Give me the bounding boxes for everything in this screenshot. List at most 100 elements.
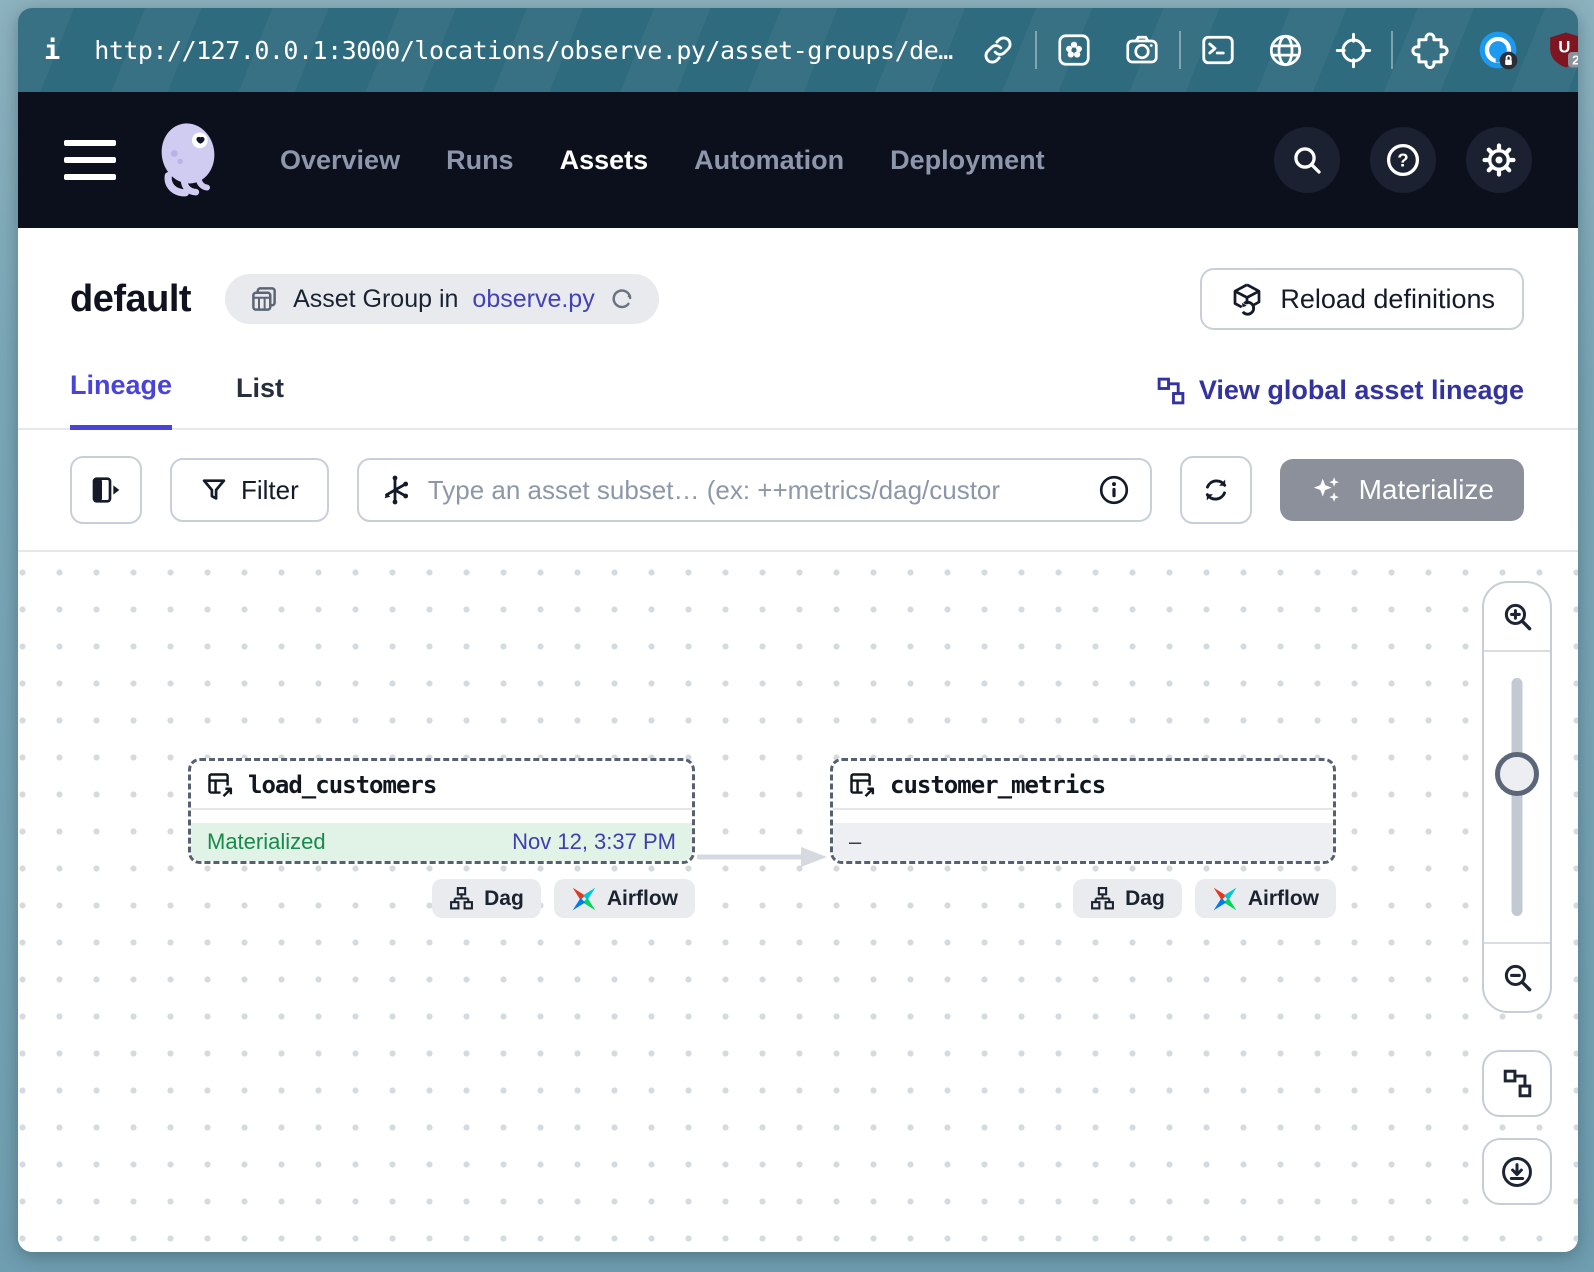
reload-definitions-label: Reload definitions xyxy=(1280,284,1495,315)
asset-node-load-customers[interactable]: load_customers Materialized Nov 12, 3:37… xyxy=(188,758,695,864)
zoom-slider-thumb[interactable] xyxy=(1495,752,1539,796)
picker-button[interactable] xyxy=(1331,27,1377,73)
tag-dag[interactable]: Dag xyxy=(1073,879,1182,918)
tag-airflow[interactable]: Airflow xyxy=(1195,879,1336,918)
toolbar-divider xyxy=(1179,31,1181,69)
svg-text:2: 2 xyxy=(1572,52,1578,67)
terminal-icon xyxy=(1200,32,1236,68)
crosshair-icon xyxy=(1335,32,1372,69)
octopus-logo-icon xyxy=(146,118,230,202)
page-header: default Asset Group in observe.py xyxy=(18,228,1578,330)
refresh-icon xyxy=(1200,474,1232,506)
nav-item-overview[interactable]: Overview xyxy=(280,145,400,176)
zoom-control xyxy=(1482,581,1552,1013)
zoom-slider-track[interactable] xyxy=(1512,678,1523,916)
observable-asset-icon xyxy=(206,771,234,799)
code-location-link[interactable]: observe.py xyxy=(472,285,594,314)
page-info-icon[interactable]: i xyxy=(44,35,60,66)
dagster-logo[interactable] xyxy=(146,118,230,202)
toolbar-divider xyxy=(1035,31,1037,69)
materialize-button[interactable]: Materialize xyxy=(1280,459,1524,521)
asset-node-header: customer_metrics xyxy=(833,761,1333,810)
filter-button[interactable]: Filter xyxy=(170,458,329,522)
link-icon xyxy=(981,33,1015,67)
svg-text:?: ? xyxy=(1397,149,1408,170)
asset-subset-input[interactable] xyxy=(426,474,1083,507)
screen: i http://127.0.0.1:3000/locations/observ… xyxy=(0,0,1594,1272)
refresh-graph-button[interactable] xyxy=(1180,456,1252,524)
view-global-asset-lineage-link[interactable]: View global asset lineage xyxy=(1156,375,1524,428)
tag-label: Airflow xyxy=(607,887,678,911)
panel-expand-icon xyxy=(90,474,122,506)
search-button[interactable] xyxy=(1274,127,1340,193)
badge-refresh-icon[interactable] xyxy=(609,286,635,312)
adblock-button[interactable]: U 2 xyxy=(1543,27,1578,73)
asset-node-customer-metrics[interactable]: customer_metrics – xyxy=(830,758,1336,864)
lineage-canvas[interactable]: load_customers Materialized Nov 12, 3:37… xyxy=(18,550,1578,1252)
password-manager-button[interactable] xyxy=(1475,27,1521,73)
camera-button[interactable] xyxy=(1119,27,1165,73)
tag-airflow[interactable]: Airflow xyxy=(554,879,695,918)
settings-button[interactable] xyxy=(1466,127,1532,193)
address-bar-url[interactable]: http://127.0.0.1:3000/locations/observe.… xyxy=(94,36,953,65)
lineage-toolbar: Filter xyxy=(18,430,1578,550)
gear-icon xyxy=(1482,143,1516,177)
fit-graph-button[interactable] xyxy=(1482,1050,1552,1117)
zoom-out-button[interactable] xyxy=(1484,942,1550,1011)
filter-label: Filter xyxy=(241,475,299,506)
terminal-button[interactable] xyxy=(1195,27,1241,73)
materialization-status: – xyxy=(849,829,861,855)
screenshot-flower-button[interactable] xyxy=(1051,27,1097,73)
tag-label: Airflow xyxy=(1248,887,1319,911)
zoom-in-button[interactable] xyxy=(1484,583,1550,652)
expand-side-panel-button[interactable] xyxy=(70,456,142,524)
asset-subset-field xyxy=(357,458,1152,522)
asset-node-body xyxy=(191,810,692,823)
zoom-slider[interactable] xyxy=(1484,652,1550,942)
dag-icon xyxy=(1090,886,1115,911)
asset-tags-customer-metrics: Dag Airflow xyxy=(830,879,1336,918)
dag-icon xyxy=(449,886,474,911)
reload-definitions-icon xyxy=(1229,281,1265,317)
materialization-status: Materialized xyxy=(207,829,326,855)
materialization-timestamp[interactable]: Nov 12, 3:37 PM xyxy=(512,829,676,855)
puzzle-icon xyxy=(1411,31,1449,69)
nav-links: Overview Runs Assets Automation Deployme… xyxy=(280,145,1045,176)
asset-status-row: Materialized Nov 12, 3:37 PM xyxy=(191,823,692,861)
globe-icon xyxy=(1267,32,1304,69)
lineage-edge-arrow xyxy=(697,844,831,870)
help-button[interactable]: ? xyxy=(1370,127,1436,193)
asset-group-badge: Asset Group in observe.py xyxy=(225,274,659,324)
capture-group xyxy=(1051,27,1165,73)
asset-selector-icon xyxy=(379,474,411,506)
onepassword-icon xyxy=(1478,30,1518,70)
nav-item-runs[interactable]: Runs xyxy=(446,145,514,176)
extensions-button[interactable] xyxy=(1407,27,1453,73)
nav-item-automation[interactable]: Automation xyxy=(694,145,844,176)
download-graph-button[interactable] xyxy=(1482,1138,1552,1205)
nav-item-deployment[interactable]: Deployment xyxy=(890,145,1045,176)
zoom-in-icon xyxy=(1501,600,1534,633)
asset-status-row: – xyxy=(833,823,1333,861)
view-tabs: Lineage List View global asset lineage xyxy=(18,370,1578,430)
tag-dag[interactable]: Dag xyxy=(432,879,541,918)
nav-actions: ? xyxy=(1274,127,1532,193)
tag-label: Dag xyxy=(1125,887,1165,911)
search-icon xyxy=(1291,144,1323,176)
tab-list[interactable]: List xyxy=(236,373,284,428)
browser-window: i http://127.0.0.1:3000/locations/observ… xyxy=(18,8,1578,1252)
info-icon[interactable] xyxy=(1098,474,1130,506)
copy-link-icon[interactable] xyxy=(975,27,1021,73)
lineage-graph-icon xyxy=(1502,1068,1533,1099)
zoom-out-icon xyxy=(1501,961,1534,994)
app-nav: Overview Runs Assets Automation Deployme… xyxy=(18,92,1578,228)
hamburger-menu-button[interactable] xyxy=(64,140,116,180)
reload-definitions-button[interactable]: Reload definitions xyxy=(1200,268,1524,330)
nav-item-assets[interactable]: Assets xyxy=(560,145,649,176)
airflow-icon xyxy=(1212,886,1238,912)
tag-label: Dag xyxy=(484,887,524,911)
asset-group-icon xyxy=(249,284,279,314)
globe-button[interactable] xyxy=(1263,27,1309,73)
shield-badge-icon: U 2 xyxy=(1546,30,1578,70)
tab-lineage[interactable]: Lineage xyxy=(70,370,172,430)
